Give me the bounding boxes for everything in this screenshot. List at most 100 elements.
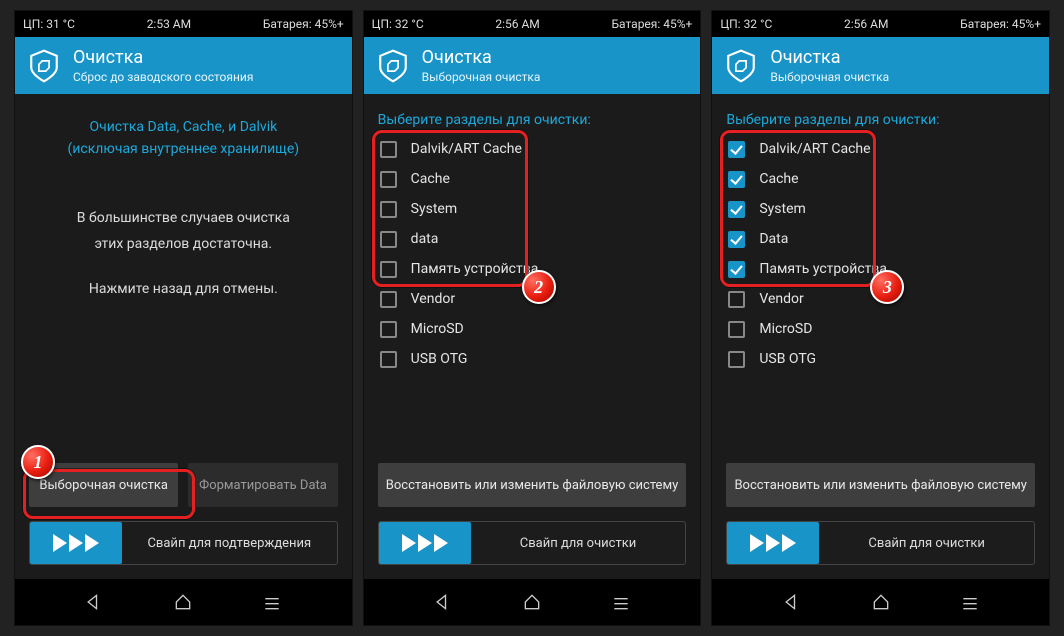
checkbox-icon[interactable] [380, 321, 397, 338]
partition-label: MicroSD [759, 321, 812, 337]
checkbox-icon[interactable] [728, 351, 745, 368]
cpu-temp: ЦП: 32 °C [720, 17, 772, 31]
partition-label: Память устройства [759, 261, 887, 277]
checkbox-icon[interactable] [380, 141, 397, 158]
menu-icon[interactable] [960, 592, 980, 612]
partition-checkbox-row[interactable]: Cache [724, 164, 1037, 194]
partition-label: Cache [411, 171, 450, 187]
advanced-wipe-button[interactable]: Выборочная очистка [29, 463, 178, 507]
checkbox-icon[interactable] [728, 261, 745, 278]
page-title: Очистка [73, 47, 253, 68]
repair-fs-button[interactable]: Восстановить или изменить файловую систе… [726, 463, 1035, 507]
partition-checkbox-row[interactable]: USB OTG [376, 344, 689, 374]
swipe-label: Свайп для очистки [471, 536, 686, 551]
partition-checkbox-row[interactable]: MicroSD [724, 314, 1037, 344]
clock: 2:53 AM [147, 17, 191, 31]
swipe-handle-icon[interactable] [30, 522, 122, 564]
swipe-slider[interactable]: Свайп для очистки [726, 521, 1035, 565]
partition-label: data [411, 231, 439, 247]
partition-checkbox-row[interactable]: Память устройства [724, 254, 1037, 284]
status-bar: ЦП: 31 °C 2:53 AM Батарея: 45%+ [15, 11, 352, 37]
partition-label: Dalvik/ART Cache [411, 141, 522, 157]
back-icon[interactable] [782, 592, 802, 612]
partition-label: Cache [759, 171, 798, 187]
status-bar: ЦП: 32 °C 2:56 AM Батарея: 45%+ [712, 11, 1049, 37]
status-bar: ЦП: 32 °C 2:56 AM Батарея: 45%+ [364, 11, 701, 37]
swipe-label: Свайп для очистки [819, 536, 1034, 551]
partition-label: System [411, 201, 457, 217]
partition-checkbox-row[interactable]: System [376, 194, 689, 224]
partition-label: Dalvik/ART Cache [759, 141, 870, 157]
checkbox-icon[interactable] [380, 351, 397, 368]
partition-label: System [759, 201, 805, 217]
nav-bar [712, 579, 1049, 625]
battery: Батарея: 45%+ [611, 17, 692, 31]
swipe-label: Свайп для подтверждения [122, 536, 337, 551]
battery: Батарея: 45%+ [960, 17, 1041, 31]
partition-label: MicroSD [411, 321, 464, 337]
battery: Батарея: 45%+ [263, 17, 344, 31]
page-title: Очистка [770, 47, 889, 68]
partition-checkbox-row[interactable]: data [376, 224, 689, 254]
swipe-slider[interactable]: Свайп для подтверждения [29, 521, 338, 565]
partition-checkbox-row[interactable]: Dalvik/ART Cache [724, 134, 1037, 164]
page-subtitle: Сброс до заводского состояния [73, 70, 253, 84]
partition-checkbox-row[interactable]: Память устройства [376, 254, 689, 284]
partition-list: Dalvik/ART Cache Cache System Data Память ус… [712, 134, 1049, 374]
cpu-temp: ЦП: 31 °C [23, 17, 75, 31]
cpu-temp: ЦП: 32 °C [372, 17, 424, 31]
checkbox-icon[interactable] [728, 201, 745, 218]
twrp-logo-icon [724, 49, 758, 83]
checkbox-icon[interactable] [728, 171, 745, 188]
screen-1: ЦП: 31 °C 2:53 AM Батарея: 45%+ Очистка … [14, 10, 353, 626]
partition-label: USB OTG [759, 351, 816, 367]
partition-list: Dalvik/ART Cache Cache System data Память ус… [364, 134, 701, 374]
partitions-label: Выберите разделы для очистки: [364, 94, 701, 134]
twrp-header: Очистка Выборочная очистка [712, 37, 1049, 94]
twrp-logo-icon [27, 49, 61, 83]
format-data-button[interactable]: Форматировать Data [188, 463, 337, 507]
partition-checkbox-row[interactable]: Dalvik/ART Cache [376, 134, 689, 164]
swipe-slider[interactable]: Свайп для очистки [378, 521, 687, 565]
home-icon[interactable] [173, 592, 193, 612]
checkbox-icon[interactable] [380, 291, 397, 308]
checkbox-icon[interactable] [380, 201, 397, 218]
nav-bar [15, 579, 352, 625]
swipe-handle-icon[interactable] [379, 522, 471, 564]
partition-checkbox-row[interactable]: USB OTG [724, 344, 1037, 374]
repair-fs-button[interactable]: Восстановить или изменить файловую систе… [378, 463, 687, 507]
screen-3: ЦП: 32 °C 2:56 AM Батарея: 45%+ Очистка … [711, 10, 1050, 626]
partition-checkbox-row[interactable]: Vendor [724, 284, 1037, 314]
back-icon[interactable] [433, 592, 453, 612]
partition-label: Vendor [411, 291, 455, 307]
nav-bar [364, 579, 701, 625]
menu-icon[interactable] [611, 592, 631, 612]
twrp-header: Очистка Выборочная очистка [364, 37, 701, 94]
partition-checkbox-row[interactable]: Data [724, 224, 1037, 254]
checkbox-icon[interactable] [728, 321, 745, 338]
partition-checkbox-row[interactable]: Cache [376, 164, 689, 194]
checkbox-icon[interactable] [380, 171, 397, 188]
partition-checkbox-row[interactable]: System [724, 194, 1037, 224]
back-icon[interactable] [84, 592, 104, 612]
clock: 2:56 AM [844, 17, 888, 31]
partition-checkbox-row[interactable]: MicroSD [376, 314, 689, 344]
clock: 2:56 AM [495, 17, 539, 31]
twrp-logo-icon [376, 49, 410, 83]
wipe-info-teal: Очистка Data, Cache, и Dalvik (исключая … [15, 116, 352, 161]
checkbox-icon[interactable] [728, 291, 745, 308]
partitions-label: Выберите разделы для очистки: [712, 94, 1049, 134]
partition-label: Data [759, 231, 788, 247]
checkbox-icon[interactable] [728, 231, 745, 248]
checkbox-icon[interactable] [380, 231, 397, 248]
wipe-info-white: В большинстве случаев очистка этих разде… [15, 205, 352, 303]
swipe-handle-icon[interactable] [727, 522, 819, 564]
page-subtitle: Выборочная очистка [422, 70, 541, 84]
checkbox-icon[interactable] [380, 261, 397, 278]
home-icon[interactable] [522, 592, 542, 612]
checkbox-icon[interactable] [728, 141, 745, 158]
partition-label: Vendor [759, 291, 803, 307]
home-icon[interactable] [871, 592, 891, 612]
partition-checkbox-row[interactable]: Vendor [376, 284, 689, 314]
menu-icon[interactable] [262, 592, 282, 612]
